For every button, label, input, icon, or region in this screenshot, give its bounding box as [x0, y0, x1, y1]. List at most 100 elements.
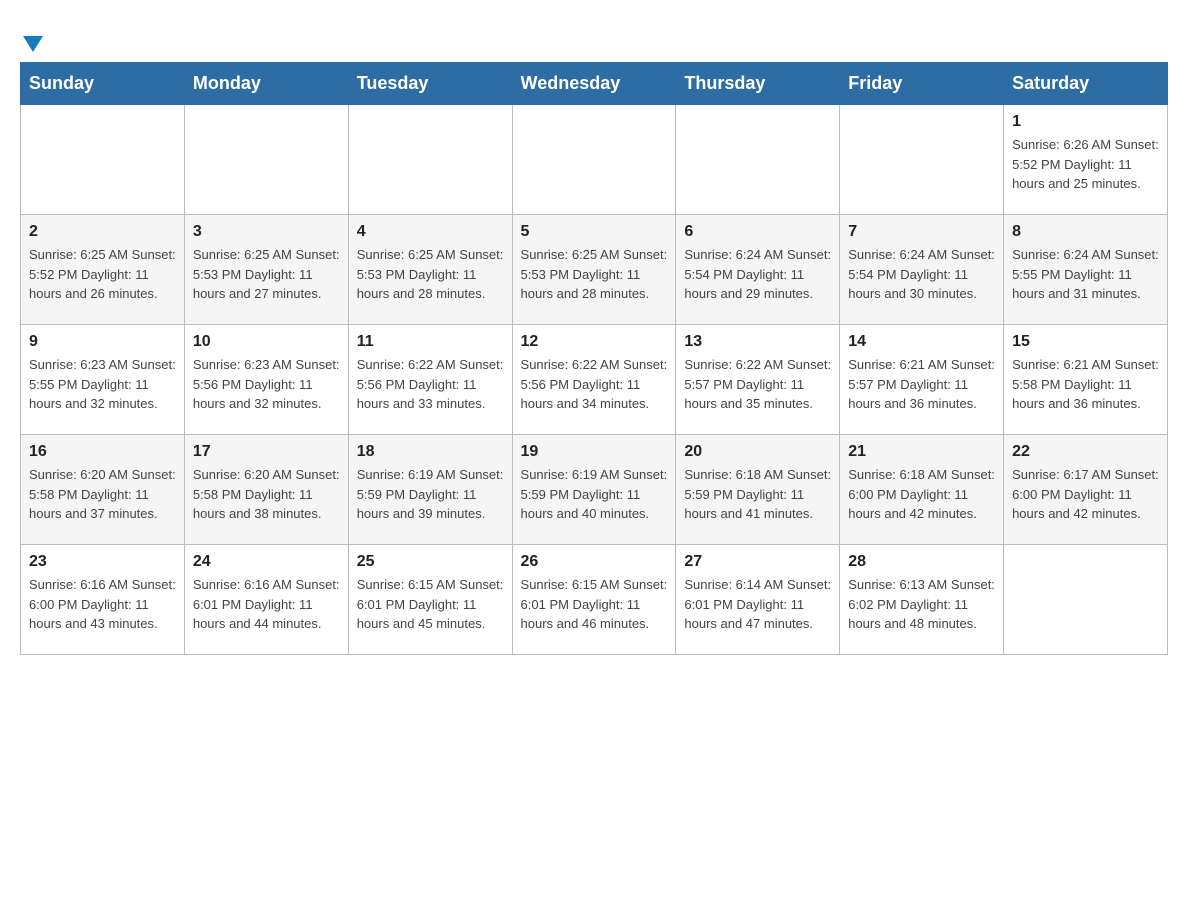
calendar-day-cell: 21 Sunrise: 6:18 AM Sunset: 6:00 PM Dayli… [840, 435, 1004, 545]
calendar-day-cell [840, 105, 1004, 215]
day-number: 26 [521, 553, 668, 571]
logo-general-text [20, 30, 43, 52]
day-of-week-header: Friday [840, 63, 1004, 105]
day-number: 22 [1012, 443, 1159, 461]
calendar-day-cell [21, 105, 185, 215]
day-number: 24 [193, 553, 340, 571]
day-info: Sunrise: 6:19 AM Sunset: 5:59 PM Dayligh… [357, 465, 504, 524]
calendar-week-row: 9 Sunrise: 6:23 AM Sunset: 5:55 PM Daylig… [21, 325, 1168, 435]
day-info: Sunrise: 6:14 AM Sunset: 6:01 PM Dayligh… [684, 575, 831, 634]
day-number: 21 [848, 443, 995, 461]
day-number: 27 [684, 553, 831, 571]
day-number: 7 [848, 223, 995, 241]
day-info: Sunrise: 6:23 AM Sunset: 5:55 PM Dayligh… [29, 355, 176, 414]
day-number: 17 [193, 443, 340, 461]
day-info: Sunrise: 6:16 AM Sunset: 6:01 PM Dayligh… [193, 575, 340, 634]
calendar-day-cell: 7 Sunrise: 6:24 AM Sunset: 5:54 PM Daylig… [840, 215, 1004, 325]
calendar-day-cell: 4 Sunrise: 6:25 AM Sunset: 5:53 PM Daylig… [348, 215, 512, 325]
calendar-day-cell: 20 Sunrise: 6:18 AM Sunset: 5:59 PM Dayli… [676, 435, 840, 545]
day-number: 8 [1012, 223, 1159, 241]
calendar-day-cell: 11 Sunrise: 6:22 AM Sunset: 5:56 PM Dayli… [348, 325, 512, 435]
calendar-header-row: SundayMondayTuesdayWednesdayThursdayFrid… [21, 63, 1168, 105]
day-info: Sunrise: 6:17 AM Sunset: 6:00 PM Dayligh… [1012, 465, 1159, 524]
day-info: Sunrise: 6:21 AM Sunset: 5:57 PM Dayligh… [848, 355, 995, 414]
calendar-week-row: 2 Sunrise: 6:25 AM Sunset: 5:52 PM Daylig… [21, 215, 1168, 325]
logo [20, 20, 43, 52]
logo-triangle-icon [23, 36, 43, 52]
day-info: Sunrise: 6:24 AM Sunset: 5:54 PM Dayligh… [848, 245, 995, 304]
day-info: Sunrise: 6:25 AM Sunset: 5:53 PM Dayligh… [193, 245, 340, 304]
day-info: Sunrise: 6:25 AM Sunset: 5:52 PM Dayligh… [29, 245, 176, 304]
calendar-day-cell: 3 Sunrise: 6:25 AM Sunset: 5:53 PM Daylig… [184, 215, 348, 325]
day-info: Sunrise: 6:18 AM Sunset: 6:00 PM Dayligh… [848, 465, 995, 524]
day-number: 3 [193, 223, 340, 241]
day-of-week-header: Wednesday [512, 63, 676, 105]
calendar-day-cell: 24 Sunrise: 6:16 AM Sunset: 6:01 PM Dayli… [184, 545, 348, 655]
day-number: 28 [848, 553, 995, 571]
day-info: Sunrise: 6:22 AM Sunset: 5:56 PM Dayligh… [357, 355, 504, 414]
day-number: 18 [357, 443, 504, 461]
day-info: Sunrise: 6:25 AM Sunset: 5:53 PM Dayligh… [521, 245, 668, 304]
calendar-day-cell [1004, 545, 1168, 655]
calendar-day-cell: 15 Sunrise: 6:21 AM Sunset: 5:58 PM Dayli… [1004, 325, 1168, 435]
calendar-day-cell [512, 105, 676, 215]
day-number: 20 [684, 443, 831, 461]
day-number: 2 [29, 223, 176, 241]
day-number: 9 [29, 333, 176, 351]
calendar-day-cell: 2 Sunrise: 6:25 AM Sunset: 5:52 PM Daylig… [21, 215, 185, 325]
day-number: 23 [29, 553, 176, 571]
day-number: 13 [684, 333, 831, 351]
calendar-day-cell [184, 105, 348, 215]
calendar-day-cell: 22 Sunrise: 6:17 AM Sunset: 6:00 PM Dayli… [1004, 435, 1168, 545]
day-of-week-header: Sunday [21, 63, 185, 105]
day-info: Sunrise: 6:15 AM Sunset: 6:01 PM Dayligh… [357, 575, 504, 634]
calendar-week-row: 23 Sunrise: 6:16 AM Sunset: 6:00 PM Dayli… [21, 545, 1168, 655]
calendar-day-cell: 27 Sunrise: 6:14 AM Sunset: 6:01 PM Dayli… [676, 545, 840, 655]
day-number: 5 [521, 223, 668, 241]
calendar-day-cell: 5 Sunrise: 6:25 AM Sunset: 5:53 PM Daylig… [512, 215, 676, 325]
page-header [20, 20, 1168, 52]
day-of-week-header: Monday [184, 63, 348, 105]
day-info: Sunrise: 6:16 AM Sunset: 6:00 PM Dayligh… [29, 575, 176, 634]
day-info: Sunrise: 6:21 AM Sunset: 5:58 PM Dayligh… [1012, 355, 1159, 414]
day-number: 16 [29, 443, 176, 461]
day-number: 6 [684, 223, 831, 241]
day-info: Sunrise: 6:15 AM Sunset: 6:01 PM Dayligh… [521, 575, 668, 634]
day-info: Sunrise: 6:23 AM Sunset: 5:56 PM Dayligh… [193, 355, 340, 414]
day-number: 4 [357, 223, 504, 241]
day-number: 12 [521, 333, 668, 351]
calendar-day-cell: 18 Sunrise: 6:19 AM Sunset: 5:59 PM Dayli… [348, 435, 512, 545]
calendar-day-cell: 6 Sunrise: 6:24 AM Sunset: 5:54 PM Daylig… [676, 215, 840, 325]
calendar-day-cell: 12 Sunrise: 6:22 AM Sunset: 5:56 PM Dayli… [512, 325, 676, 435]
calendar-table: SundayMondayTuesdayWednesdayThursdayFrid… [20, 62, 1168, 655]
day-number: 1 [1012, 113, 1159, 131]
day-number: 10 [193, 333, 340, 351]
day-info: Sunrise: 6:20 AM Sunset: 5:58 PM Dayligh… [29, 465, 176, 524]
day-info: Sunrise: 6:18 AM Sunset: 5:59 PM Dayligh… [684, 465, 831, 524]
day-of-week-header: Tuesday [348, 63, 512, 105]
day-number: 14 [848, 333, 995, 351]
day-number: 15 [1012, 333, 1159, 351]
calendar-day-cell [676, 105, 840, 215]
day-info: Sunrise: 6:24 AM Sunset: 5:54 PM Dayligh… [684, 245, 831, 304]
calendar-day-cell [348, 105, 512, 215]
day-info: Sunrise: 6:19 AM Sunset: 5:59 PM Dayligh… [521, 465, 668, 524]
calendar-day-cell: 1 Sunrise: 6:26 AM Sunset: 5:52 PM Daylig… [1004, 105, 1168, 215]
day-info: Sunrise: 6:20 AM Sunset: 5:58 PM Dayligh… [193, 465, 340, 524]
day-number: 11 [357, 333, 504, 351]
calendar-day-cell: 9 Sunrise: 6:23 AM Sunset: 5:55 PM Daylig… [21, 325, 185, 435]
calendar-day-cell: 28Sunrise: 6:13 AM Sunset: 6:02 PM Dayli… [840, 545, 1004, 655]
day-info: Sunrise: 6:25 AM Sunset: 5:53 PM Dayligh… [357, 245, 504, 304]
calendar-day-cell: 26 Sunrise: 6:15 AM Sunset: 6:01 PM Dayli… [512, 545, 676, 655]
calendar-week-row: 1 Sunrise: 6:26 AM Sunset: 5:52 PM Daylig… [21, 105, 1168, 215]
calendar-day-cell: 23 Sunrise: 6:16 AM Sunset: 6:00 PM Dayli… [21, 545, 185, 655]
calendar-day-cell: 10 Sunrise: 6:23 AM Sunset: 5:56 PM Dayli… [184, 325, 348, 435]
day-of-week-header: Thursday [676, 63, 840, 105]
day-info: Sunrise: 6:24 AM Sunset: 5:55 PM Dayligh… [1012, 245, 1159, 304]
calendar-day-cell: 16 Sunrise: 6:20 AM Sunset: 5:58 PM Dayli… [21, 435, 185, 545]
day-info: Sunrise: 6:22 AM Sunset: 5:57 PM Dayligh… [684, 355, 831, 414]
day-of-week-header: Saturday [1004, 63, 1168, 105]
calendar-day-cell: 25Sunrise: 6:15 AM Sunset: 6:01 PM Dayli… [348, 545, 512, 655]
day-info: Sunrise: 6:26 AM Sunset: 5:52 PM Dayligh… [1012, 135, 1159, 194]
day-info: Sunrise: 6:22 AM Sunset: 5:56 PM Dayligh… [521, 355, 668, 414]
